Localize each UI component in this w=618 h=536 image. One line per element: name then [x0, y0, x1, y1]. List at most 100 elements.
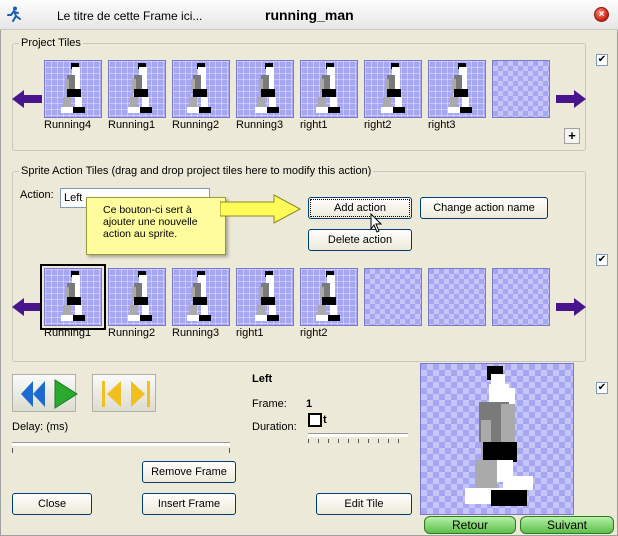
project-tile[interactable] — [364, 60, 422, 118]
delete-action-label: Delete action — [327, 234, 393, 246]
close-window-button[interactable]: × — [594, 7, 609, 22]
action-scroll-right-arrow-icon[interactable] — [556, 298, 586, 319]
project-tile[interactable] — [172, 60, 230, 118]
checkmark-icon: ✔ — [597, 254, 607, 265]
action-tile[interactable] — [40, 264, 106, 330]
frame-value: 1 — [306, 398, 313, 410]
running-man-preview-figure — [465, 366, 533, 506]
action-tile-label: right2 — [300, 327, 328, 339]
close-label: Close — [37, 498, 67, 510]
mouse-cursor-icon — [370, 212, 383, 236]
remove-frame-label: Remove Frame — [151, 466, 227, 478]
duration-slider-ticks — [308, 439, 408, 443]
insert-frame-label: Insert Frame — [157, 498, 221, 510]
action-cell: right1 — [236, 268, 294, 339]
checkmark-icon: ✔ — [597, 54, 607, 65]
action-cell — [364, 268, 422, 327]
change-action-name-label: Change action name — [433, 202, 535, 214]
add-tile-button[interactable]: + — [564, 128, 580, 144]
rewind-play-button-group — [12, 374, 79, 413]
project-cell: Running1 — [108, 60, 166, 131]
help-callout-text: Ce bouton-ci sert à ajouter une nouvelle… — [103, 204, 198, 240]
action-cell: right2 — [300, 268, 358, 339]
project-tiles-checkbox[interactable]: ✔ — [596, 54, 608, 66]
play-icon[interactable] — [53, 378, 79, 413]
current-action-name: Left — [252, 373, 273, 385]
rewind-icon[interactable] — [19, 379, 45, 412]
close-button[interactable]: Close — [12, 493, 92, 515]
action-cell — [492, 268, 550, 327]
project-tiles-label: Project Tiles — [19, 37, 83, 49]
action-cell: Running3 — [172, 268, 230, 339]
preview-checkbox[interactable]: ✔ — [596, 382, 608, 394]
add-action-label: Add action — [334, 202, 386, 214]
help-callout: Ce bouton-ci sert à ajouter une nouvelle… — [86, 197, 226, 255]
action-tile[interactable] — [236, 268, 294, 326]
action-tile-label: right1 — [236, 327, 264, 339]
project-tile[interactable] — [108, 60, 166, 118]
close-icon: × — [598, 9, 605, 20]
action-scroll-left-arrow-icon[interactable] — [12, 298, 42, 319]
duration-stepper[interactable] — [308, 413, 322, 427]
project-cell: right2 — [364, 60, 422, 131]
action-tile[interactable] — [172, 268, 230, 326]
duration-label: Duration: — [252, 421, 297, 433]
frame-label: Frame: — [252, 398, 287, 410]
edit-tile-label: Edit Tile — [344, 498, 384, 510]
frame-title: Le titre de cette Frame ici... — [57, 9, 203, 23]
last-frame-icon[interactable] — [129, 379, 151, 412]
scroll-right-arrow-icon[interactable] — [556, 90, 586, 111]
project-tile-label: Running2 — [172, 119, 220, 131]
project-tile-label: Running1 — [108, 119, 156, 131]
delay-slider[interactable] — [12, 442, 230, 446]
frame-step-button-group — [92, 374, 156, 412]
project-tile[interactable] — [428, 60, 486, 118]
project-cell — [492, 60, 550, 119]
sprite-action-label: Sprite Action Tiles (drag and drop proje… — [19, 165, 374, 177]
action-tile[interactable] — [492, 268, 550, 326]
frame-preview — [420, 363, 574, 515]
project-tile-label: Running3 — [236, 119, 284, 131]
insert-frame-button[interactable]: Insert Frame — [142, 493, 236, 515]
first-frame-icon[interactable] — [101, 379, 123, 412]
project-tile-label: right1 — [300, 119, 328, 131]
action-field-label: Action: — [20, 189, 54, 201]
project-tile[interactable] — [236, 60, 294, 118]
project-tile-label: right3 — [428, 119, 456, 131]
sprite-action-checkbox[interactable]: ✔ — [596, 254, 608, 266]
action-cell: Running2 — [108, 268, 166, 339]
action-tiles-row: Running1 Running2 Running3 right1 right2 — [40, 264, 554, 348]
project-cell: Running2 — [172, 60, 230, 131]
next-button[interactable]: Suivant — [520, 516, 614, 534]
remove-frame-button[interactable]: Remove Frame — [142, 461, 236, 483]
callout-arrow-icon — [219, 194, 302, 227]
project-tiles-row: Running4 Running1 Running2 Running3 right1 ri… — [44, 60, 554, 132]
project-tile[interactable] — [300, 60, 358, 118]
change-action-name-button[interactable]: Change action name — [420, 197, 548, 219]
project-tile-label: Running4 — [44, 119, 92, 131]
plus-icon: + — [568, 128, 576, 143]
action-tile-label: Running2 — [108, 327, 156, 339]
action-tile-label: Running3 — [172, 327, 220, 339]
project-cell: right1 — [300, 60, 358, 131]
running-man-app-icon — [6, 6, 22, 22]
project-tile[interactable] — [492, 60, 550, 118]
edit-tile-button[interactable]: Edit Tile — [316, 493, 412, 515]
action-tile-label: Running1 — [44, 327, 92, 339]
checkmark-icon: ✔ — [597, 382, 607, 393]
back-button[interactable]: Retour — [424, 516, 516, 534]
action-tile[interactable] — [300, 268, 358, 326]
duration-slider[interactable] — [308, 433, 408, 437]
scroll-left-arrow-icon[interactable] — [12, 90, 42, 111]
project-tile[interactable] — [44, 60, 102, 118]
action-cell — [428, 268, 486, 327]
action-tile[interactable] — [428, 268, 486, 326]
action-tile[interactable] — [364, 268, 422, 326]
add-action-button[interactable]: Add action — [308, 197, 412, 219]
action-tile[interactable] — [108, 268, 166, 326]
window-title: running_man — [265, 7, 354, 23]
project-cell: right3 — [428, 60, 486, 131]
delay-label: Delay: (ms) — [12, 421, 69, 433]
delay-slider-ticks — [12, 448, 230, 453]
delete-action-button[interactable]: Delete action — [308, 229, 412, 251]
